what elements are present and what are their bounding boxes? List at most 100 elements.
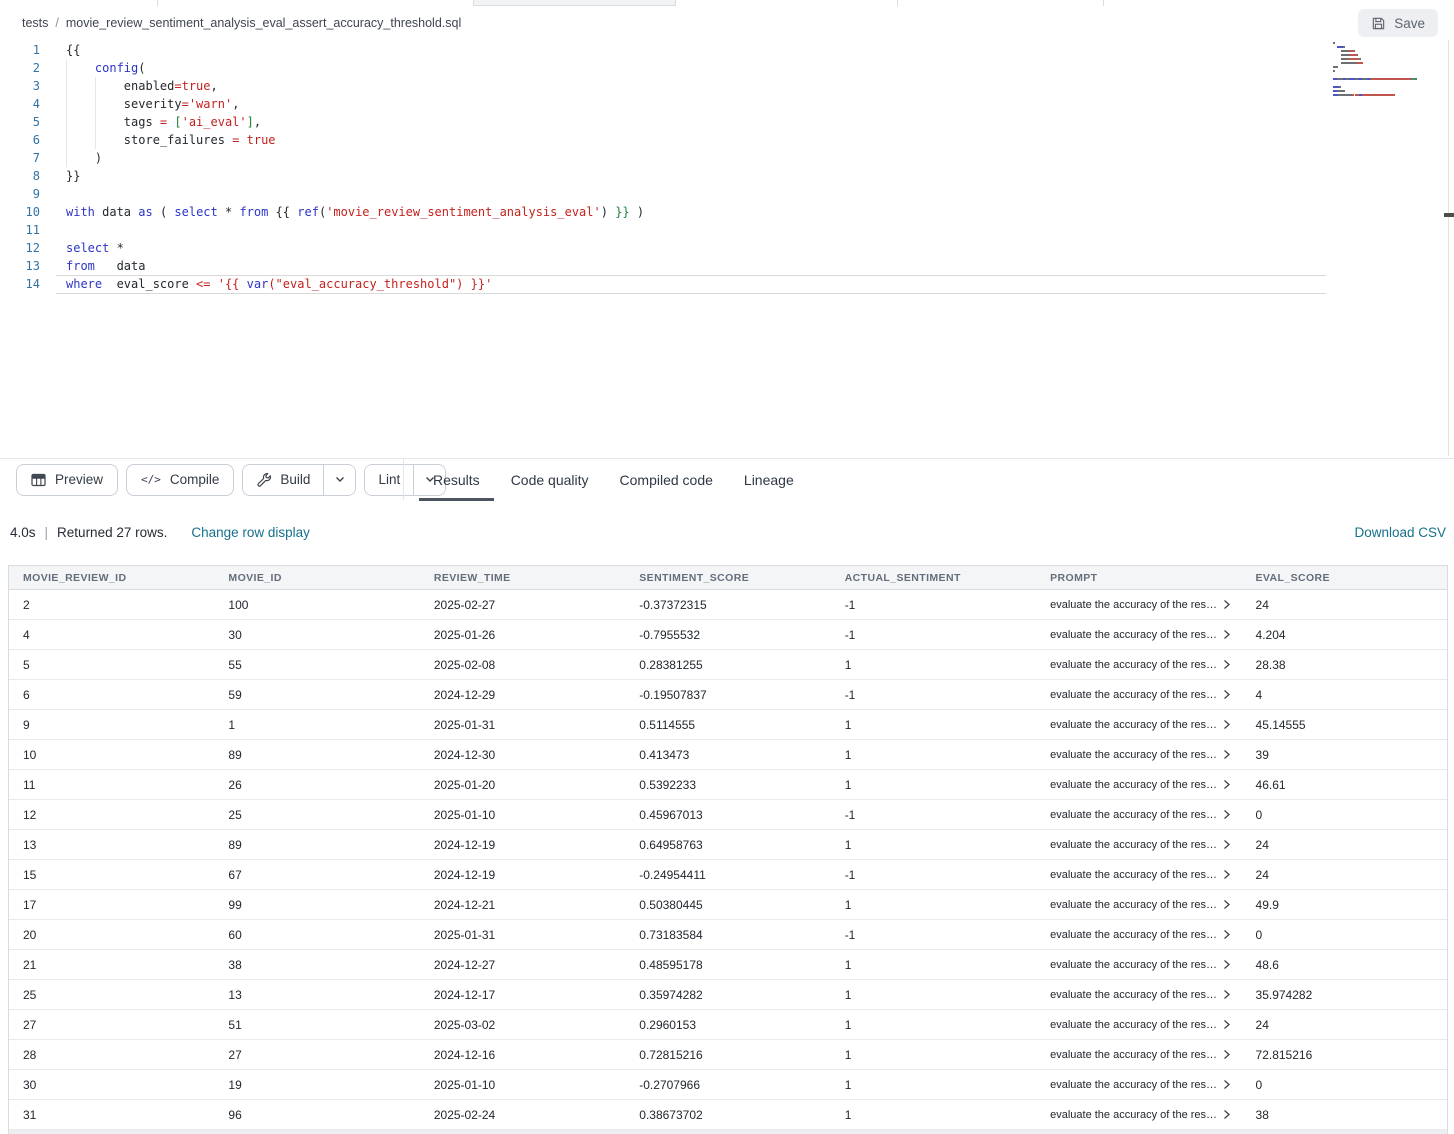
table-row: 12252025-01-100.45967013-1evaluate the a… [9, 800, 1447, 830]
code-line[interactable]: 5 tags = ['ai_eval'], [0, 113, 1454, 131]
preview-button-label: Preview [55, 472, 103, 487]
table-cell: 0.5392233 [625, 778, 830, 792]
column-header: ACTUAL_SENTIMENT [831, 572, 1036, 584]
table-cell: 24 [1242, 868, 1447, 882]
code-line[interactable]: 1{{ [0, 41, 1454, 59]
code-editor[interactable]: 1{{2 config(3 enabled=true,4 severity='w… [0, 40, 1454, 458]
prompt-cell: evaluate the accuracy of the res… [1036, 1079, 1241, 1091]
prompt-cell: evaluate the accuracy of the res… [1036, 1019, 1241, 1031]
expand-cell-icon[interactable] [1223, 1049, 1231, 1060]
code-line[interactable]: 12select * [0, 239, 1454, 257]
line-number: 14 [0, 275, 40, 293]
horizontal-scrollbar[interactable] [8, 1130, 1448, 1134]
table-cell: 26 [214, 778, 419, 792]
compile-button[interactable]: </> Compile [126, 464, 234, 496]
change-row-display-link[interactable]: Change row display [191, 525, 310, 540]
save-icon [1371, 16, 1386, 31]
tab-lineage[interactable]: Lineage [730, 459, 808, 501]
table-cell: 1 [831, 838, 1036, 852]
breadcrumb-folder[interactable]: tests [22, 16, 48, 30]
prompt-preview-text: evaluate the accuracy of the res… [1050, 599, 1217, 611]
table-cell: 1 [831, 1108, 1036, 1122]
code-line[interactable]: 6 store_failures = true [0, 131, 1454, 149]
results-table: MOVIE_REVIEW_IDMOVIE_IDREVIEW_TIMESENTIM… [8, 565, 1448, 1130]
table-cell: 0.45967013 [625, 808, 830, 822]
code-text: {{ [66, 41, 80, 59]
expand-cell-icon[interactable] [1223, 869, 1231, 880]
code-line[interactable]: 10with data as ( select * from {{ ref('m… [0, 203, 1454, 221]
table-cell: 2024-12-16 [420, 1048, 625, 1062]
column-header: MOVIE_REVIEW_ID [9, 572, 214, 584]
table-cell: 0.48595178 [625, 958, 830, 972]
prompt-cell: evaluate the accuracy of the res… [1036, 659, 1241, 671]
table-row: 10892024-12-300.4134731evaluate the accu… [9, 740, 1447, 770]
line-number: 4 [0, 95, 40, 113]
code-text: store_failures = true [66, 131, 276, 149]
prompt-preview-text: evaluate the accuracy of the res… [1050, 899, 1217, 911]
prompt-preview-text: evaluate the accuracy of the res… [1050, 839, 1217, 851]
table-cell: 39 [1242, 748, 1447, 762]
expand-cell-icon[interactable] [1223, 959, 1231, 970]
table-cell: 89 [214, 748, 419, 762]
code-text: with data as ( select * from {{ ref('mov… [66, 203, 644, 221]
editor-scrollbar[interactable] [1448, 40, 1449, 456]
build-button[interactable]: Build [243, 465, 323, 495]
table-grid-icon [31, 473, 46, 487]
prompt-cell: evaluate the accuracy of the res… [1036, 1109, 1241, 1121]
expand-cell-icon[interactable] [1223, 929, 1231, 940]
table-cell: -0.2707966 [625, 1078, 830, 1092]
table-cell: 48.6 [1242, 958, 1447, 972]
expand-cell-icon[interactable] [1223, 809, 1231, 820]
expand-cell-icon[interactable] [1223, 629, 1231, 640]
table-cell: 0.50380445 [625, 898, 830, 912]
lint-button[interactable]: Lint [365, 465, 413, 495]
prompt-preview-text: evaluate the accuracy of the res… [1050, 1079, 1217, 1091]
result-tabs: ResultsCode qualityCompiled codeLineage [419, 459, 808, 501]
table-cell: 10 [9, 748, 214, 762]
code-line[interactable]: 11 [0, 221, 1454, 239]
code-line[interactable]: 9 [0, 185, 1454, 203]
code-line[interactable]: 7 ) [0, 149, 1454, 167]
table-row: 15672024-12-19-0.24954411-1evaluate the … [9, 860, 1447, 890]
download-csv-link[interactable]: Download CSV [1354, 525, 1446, 540]
expand-cell-icon[interactable] [1223, 1109, 1231, 1120]
table-cell: 0 [1242, 1078, 1447, 1092]
preview-button[interactable]: Preview [16, 464, 118, 496]
expand-cell-icon[interactable] [1223, 749, 1231, 760]
expand-cell-icon[interactable] [1223, 719, 1231, 730]
column-header: MOVIE_ID [214, 572, 419, 584]
tab-code-quality[interactable]: Code quality [497, 459, 603, 501]
table-cell: 2025-03-02 [420, 1018, 625, 1032]
code-line[interactable]: 13from data [0, 257, 1454, 275]
table-cell: 0.35974282 [625, 988, 830, 1002]
tab-results[interactable]: Results [419, 459, 494, 501]
expand-cell-icon[interactable] [1223, 659, 1231, 670]
expand-cell-icon[interactable] [1223, 689, 1231, 700]
save-button[interactable]: Save [1358, 9, 1438, 37]
table-row: 21382024-12-270.485951781evaluate the ac… [9, 950, 1447, 980]
expand-cell-icon[interactable] [1223, 899, 1231, 910]
prompt-cell: evaluate the accuracy of the res… [1036, 989, 1241, 1001]
editor-minimap[interactable] [1333, 42, 1445, 98]
table-cell: 55 [214, 658, 419, 672]
code-line[interactable]: 2 config( [0, 59, 1454, 77]
build-dropdown-button[interactable] [323, 465, 355, 495]
compile-button-label: Compile [170, 472, 220, 487]
code-line[interactable]: 8}} [0, 167, 1454, 185]
table-cell: 1 [831, 718, 1036, 732]
tab-compiled-code[interactable]: Compiled code [606, 459, 727, 501]
expand-cell-icon[interactable] [1223, 779, 1231, 790]
code-line[interactable]: 4 severity='warn', [0, 95, 1454, 113]
table-cell: 28 [9, 1048, 214, 1062]
prompt-preview-text: evaluate the accuracy of the res… [1050, 689, 1217, 701]
prompt-preview-text: evaluate the accuracy of the res… [1050, 779, 1217, 791]
expand-cell-icon[interactable] [1223, 1019, 1231, 1030]
column-header: REVIEW_TIME [420, 572, 625, 584]
code-text: ) [66, 149, 102, 167]
expand-cell-icon[interactable] [1223, 839, 1231, 850]
code-line[interactable]: 3 enabled=true, [0, 77, 1454, 95]
expand-cell-icon[interactable] [1223, 1079, 1231, 1090]
expand-cell-icon[interactable] [1223, 989, 1231, 1000]
prompt-preview-text: evaluate the accuracy of the res… [1050, 929, 1217, 941]
expand-cell-icon[interactable] [1223, 599, 1231, 610]
